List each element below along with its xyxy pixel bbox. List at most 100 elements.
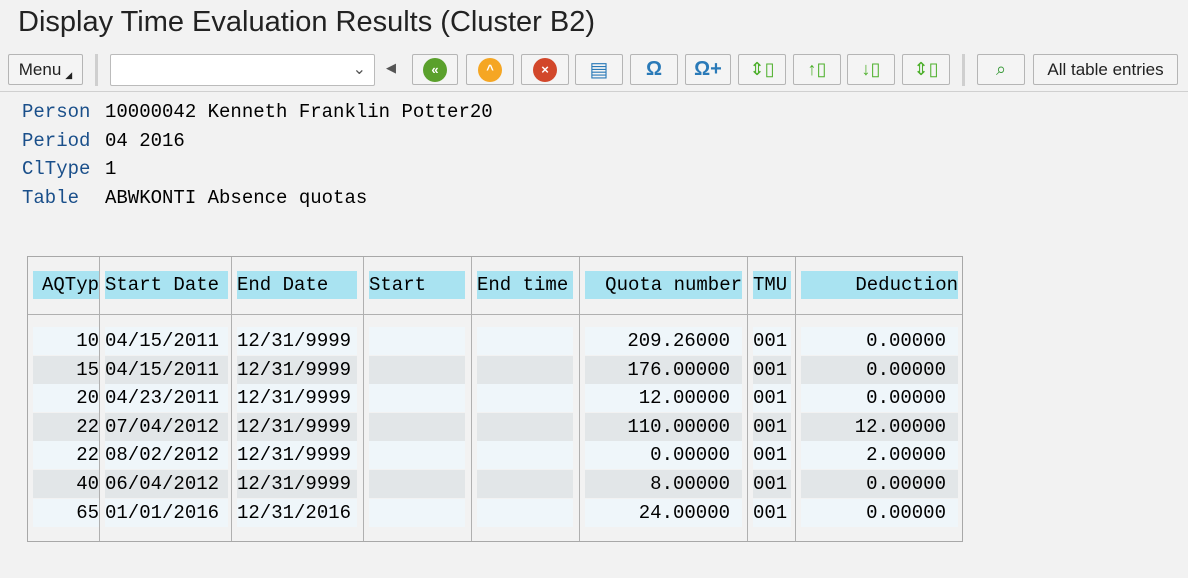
cell-quota-number: 0.00000 <box>585 441 742 470</box>
cell-aqtyp: 10 <box>33 327 99 355</box>
toolbar-separator <box>962 54 965 86</box>
cell-aqtyp: 20 <box>33 384 99 413</box>
column-header-aqtyp[interactable]: AQTyp <box>33 271 99 299</box>
cell-aqtyp: 22 <box>33 441 99 470</box>
previous-page-button[interactable]: ↑▯ <box>793 54 841 85</box>
cell-end-date: 12/31/9999 <box>237 412 357 441</box>
cell-aqtyp: 15 <box>33 355 99 384</box>
column-divider <box>579 257 580 541</box>
column-header-quota-number[interactable]: Quota number <box>585 271 742 299</box>
cell-start <box>369 327 465 355</box>
cell-tmu: 001 <box>753 327 791 355</box>
cell-end-time <box>477 470 573 498</box>
table-value: ABWKONTI Absence quotas <box>105 187 368 209</box>
cancel-icon: × <box>533 57 557 82</box>
next-page-icon: ↓▯ <box>861 59 881 79</box>
cell-tmu: 001 <box>753 412 791 441</box>
cell-aqtyp: 22 <box>33 412 99 441</box>
cell-start-date: 07/04/2012 <box>105 412 228 441</box>
print-button[interactable]: ▤ <box>575 54 623 85</box>
cell-end-date: 12/31/9999 <box>237 355 357 384</box>
cell-end-date: 12/31/9999 <box>237 470 357 498</box>
table-label: Table <box>22 187 80 209</box>
person-label: Person <box>22 101 91 123</box>
cell-quota-number: 209.26000 <box>585 327 742 355</box>
cell-aqtyp: 40 <box>33 470 99 498</box>
cell-quota-number: 24.00000 <box>585 498 742 527</box>
column-header-end-time[interactable]: End time <box>477 271 573 299</box>
cell-start <box>369 384 465 413</box>
cell-tmu: 001 <box>753 441 791 470</box>
column-header-end-date[interactable]: End Date <box>237 271 357 299</box>
cell-deduction: 0.00000 <box>801 384 958 413</box>
column-divider <box>363 257 364 541</box>
last-page-icon: ⇕▯ <box>913 59 939 79</box>
toolbar: Menu ◢ ⌄ ◀ « ^ × ▤ Ω Ω+ ⇕▯ ↑▯ ↓▯ ⇕▯ ⌕ All… <box>0 48 1188 92</box>
cell-tmu: 001 <box>753 498 791 527</box>
cell-deduction: 0.00000 <box>801 327 958 355</box>
back-button[interactable]: « <box>412 54 458 85</box>
menu-corner-icon: ◢ <box>65 70 73 80</box>
last-page-button[interactable]: ⇕▯ <box>902 54 950 85</box>
cell-quota-number: 110.00000 <box>585 412 742 441</box>
person-field: Person 10000042 Kenneth Franklin Potter20 <box>22 101 493 123</box>
next-page-button[interactable]: ↓▯ <box>847 54 895 85</box>
toolbar-separator <box>95 54 98 86</box>
cell-deduction: 2.00000 <box>801 441 958 470</box>
cell-start-date: 04/15/2011 <box>105 355 228 384</box>
cell-quota-number: 12.00000 <box>585 384 742 413</box>
column-divider <box>795 257 796 541</box>
period-field: Period 04 2016 <box>22 130 185 152</box>
cell-start-date: 04/23/2011 <box>105 384 228 413</box>
collapse-arrow-icon[interactable]: ◀ <box>386 60 396 76</box>
menu-button[interactable]: Menu ◢ <box>8 54 83 85</box>
chevron-down-icon[interactable]: ⌄ <box>353 59 366 79</box>
cell-tmu: 001 <box>753 355 791 384</box>
cell-quota-number: 8.00000 <box>585 470 742 498</box>
find-next-button[interactable]: Ω+ <box>685 54 731 85</box>
details-icon: ⌕ <box>995 59 1007 79</box>
column-header-start[interactable]: Start <box>369 271 465 299</box>
column-divider <box>747 257 748 541</box>
first-page-icon: ⇕▯ <box>749 59 775 79</box>
details-button[interactable]: ⌕ <box>977 54 1025 85</box>
column-divider <box>99 257 100 541</box>
column-divider <box>471 257 472 541</box>
cell-start-date: 06/04/2012 <box>105 470 228 498</box>
column-header-deduction[interactable]: Deduction <box>801 271 958 299</box>
exit-button[interactable]: ^ <box>466 54 514 85</box>
find-button[interactable]: Ω <box>630 54 678 85</box>
command-field[interactable]: ⌄ <box>110 54 375 86</box>
cell-start-date: 04/15/2011 <box>105 327 228 355</box>
cell-quota-number: 176.00000 <box>585 355 742 384</box>
cell-end-time <box>477 327 573 355</box>
person-value: 10000042 Kenneth Franklin Potter20 <box>105 101 493 123</box>
menu-label: Menu <box>18 59 62 79</box>
column-header-tmu[interactable]: TMU <box>753 271 791 299</box>
find-icon: Ω <box>645 58 663 80</box>
cell-deduction: 0.00000 <box>801 498 958 527</box>
cell-deduction: 0.00000 <box>801 470 958 498</box>
cell-end-date: 12/31/9999 <box>237 327 357 355</box>
column-divider <box>231 257 232 541</box>
cell-deduction: 0.00000 <box>801 355 958 384</box>
cancel-button[interactable]: × <box>521 54 569 85</box>
all-table-entries-button[interactable]: All table entries <box>1033 54 1178 85</box>
table-field: Table ABWKONTI Absence quotas <box>22 187 367 209</box>
page-title: Display Time Evaluation Results (Cluster… <box>18 6 595 38</box>
column-header-start-date[interactable]: Start Date <box>105 271 228 299</box>
cell-tmu: 001 <box>753 384 791 413</box>
absence-quota-table: AQTyp Start Date End Date Start End time Quot… <box>27 256 963 542</box>
back-icon: « <box>423 57 447 82</box>
first-page-button[interactable]: ⇕▯ <box>738 54 786 85</box>
header-divider <box>28 314 962 315</box>
cell-start <box>369 412 465 441</box>
cell-start <box>369 355 465 384</box>
cell-end-time <box>477 441 573 470</box>
cell-end-date: 12/31/2016 <box>237 498 357 527</box>
cltype-value: 1 <box>105 158 117 180</box>
cell-deduction: 12.00000 <box>801 412 958 441</box>
cell-aqtyp: 65 <box>33 498 99 527</box>
cell-end-time <box>477 355 573 384</box>
print-icon: ▤ <box>589 59 609 81</box>
